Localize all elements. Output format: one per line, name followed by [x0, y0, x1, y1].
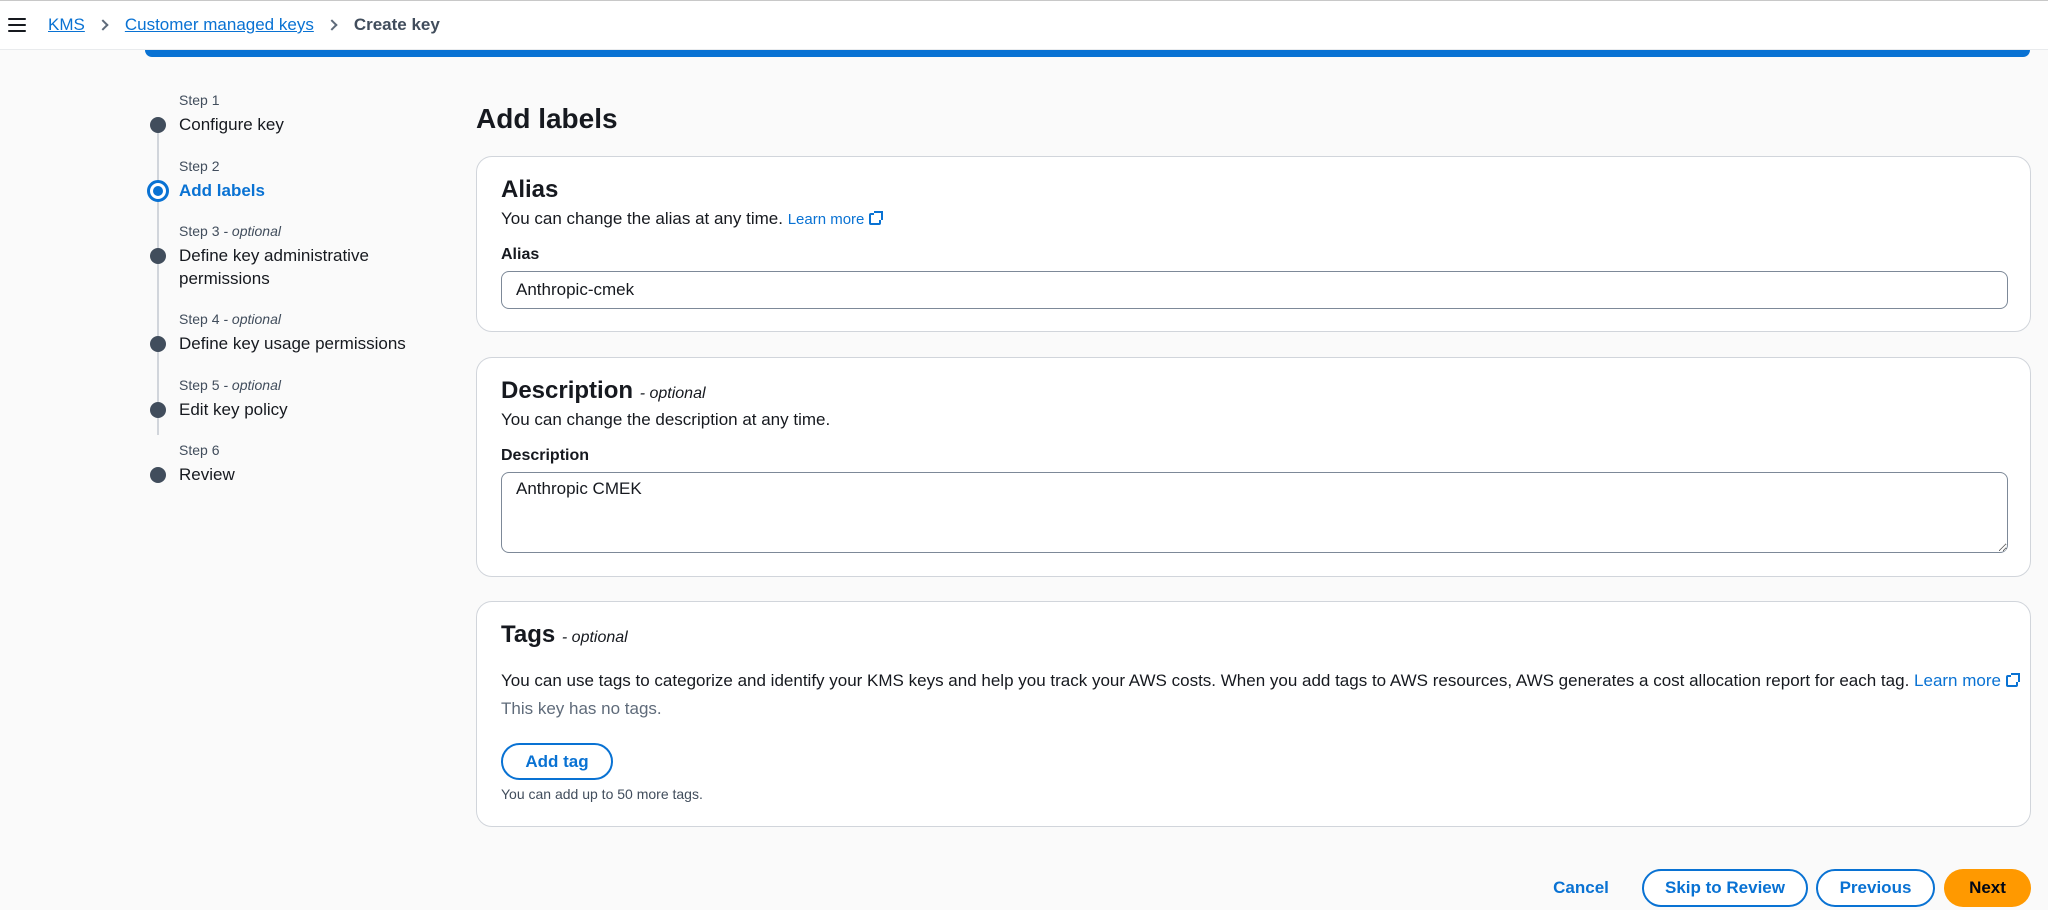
external-link-icon [869, 211, 884, 225]
cancel-button[interactable]: Cancel [1534, 869, 1628, 907]
description-help-text: You can change the description at any ti… [501, 410, 831, 429]
breadcrumb: KMS Customer managed keys Create key [48, 15, 440, 35]
description-container: Description - optional You can change th… [476, 357, 2031, 577]
description-heading: Description - optional [501, 377, 706, 404]
step-pending-icon [150, 336, 166, 352]
step-number: Step 1 [179, 92, 220, 108]
step-current-icon [147, 180, 169, 202]
tags-container: Tags - optional You can use tags to cate… [476, 601, 2031, 827]
step-title: Edit key policy [179, 400, 288, 419]
alias-input[interactable] [501, 271, 2008, 309]
alias-container: Alias You can change the alias at any ti… [476, 156, 2031, 332]
no-tags-text: This key has no tags. [501, 699, 662, 718]
chevron-right-icon [326, 19, 338, 31]
tags-heading: Tags - optional [501, 621, 628, 648]
tags-description: You can use tags to categorize and ident… [501, 671, 2020, 691]
alias-description: You can change the alias at any time. Le… [501, 209, 884, 229]
description-textarea[interactable]: Anthropic CMEK [501, 472, 2008, 553]
step-number: Step 5 - optional [179, 377, 281, 393]
step-complete-icon [150, 117, 166, 133]
hamburger-menu-icon[interactable] [8, 18, 26, 32]
alias-learn-more-link[interactable]: Learn more [788, 211, 884, 228]
step-number: Step 4 - optional [179, 311, 281, 327]
alias-field-label: Alias [501, 246, 540, 263]
chevron-right-icon [97, 19, 109, 31]
step-title: Define key usage permissions [179, 334, 406, 353]
step-pending-icon [150, 402, 166, 418]
next-button[interactable]: Next [1944, 869, 2031, 907]
alias-heading: Alias [501, 176, 559, 203]
step-title: Review [179, 465, 235, 484]
external-link-icon [2005, 673, 2020, 687]
breadcrumb-customer-managed-keys[interactable]: Customer managed keys [125, 15, 314, 35]
tags-limit-text: You can add up to 50 more tags. [501, 786, 703, 802]
step-pending-icon [150, 467, 166, 483]
tags-learn-more-link[interactable]: Learn more [1914, 671, 2020, 690]
flash-banner-edge [145, 50, 2030, 57]
step-title: Define key administrative permissions [179, 246, 369, 288]
step-number: Step 6 [179, 442, 220, 458]
top-navigation-bar: KMS Customer managed keys Create key [0, 0, 2048, 50]
step-title: Add labels [179, 181, 265, 200]
description-field-label: Description [501, 447, 590, 464]
add-tag-button[interactable]: Add tag [501, 743, 613, 780]
step-number: Step 2 [179, 158, 220, 174]
page-title: Add labels [476, 103, 618, 134]
breadcrumb-current: Create key [353, 15, 440, 34]
steps-connector-line [157, 125, 159, 435]
breadcrumb-kms[interactable]: KMS [48, 15, 85, 35]
step-title: Configure key [179, 115, 284, 134]
previous-button[interactable]: Previous [1816, 869, 1935, 907]
step-pending-icon [150, 248, 166, 264]
skip-to-review-button[interactable]: Skip to Review [1642, 869, 1808, 907]
step-number: Step 3 - optional [179, 223, 281, 239]
